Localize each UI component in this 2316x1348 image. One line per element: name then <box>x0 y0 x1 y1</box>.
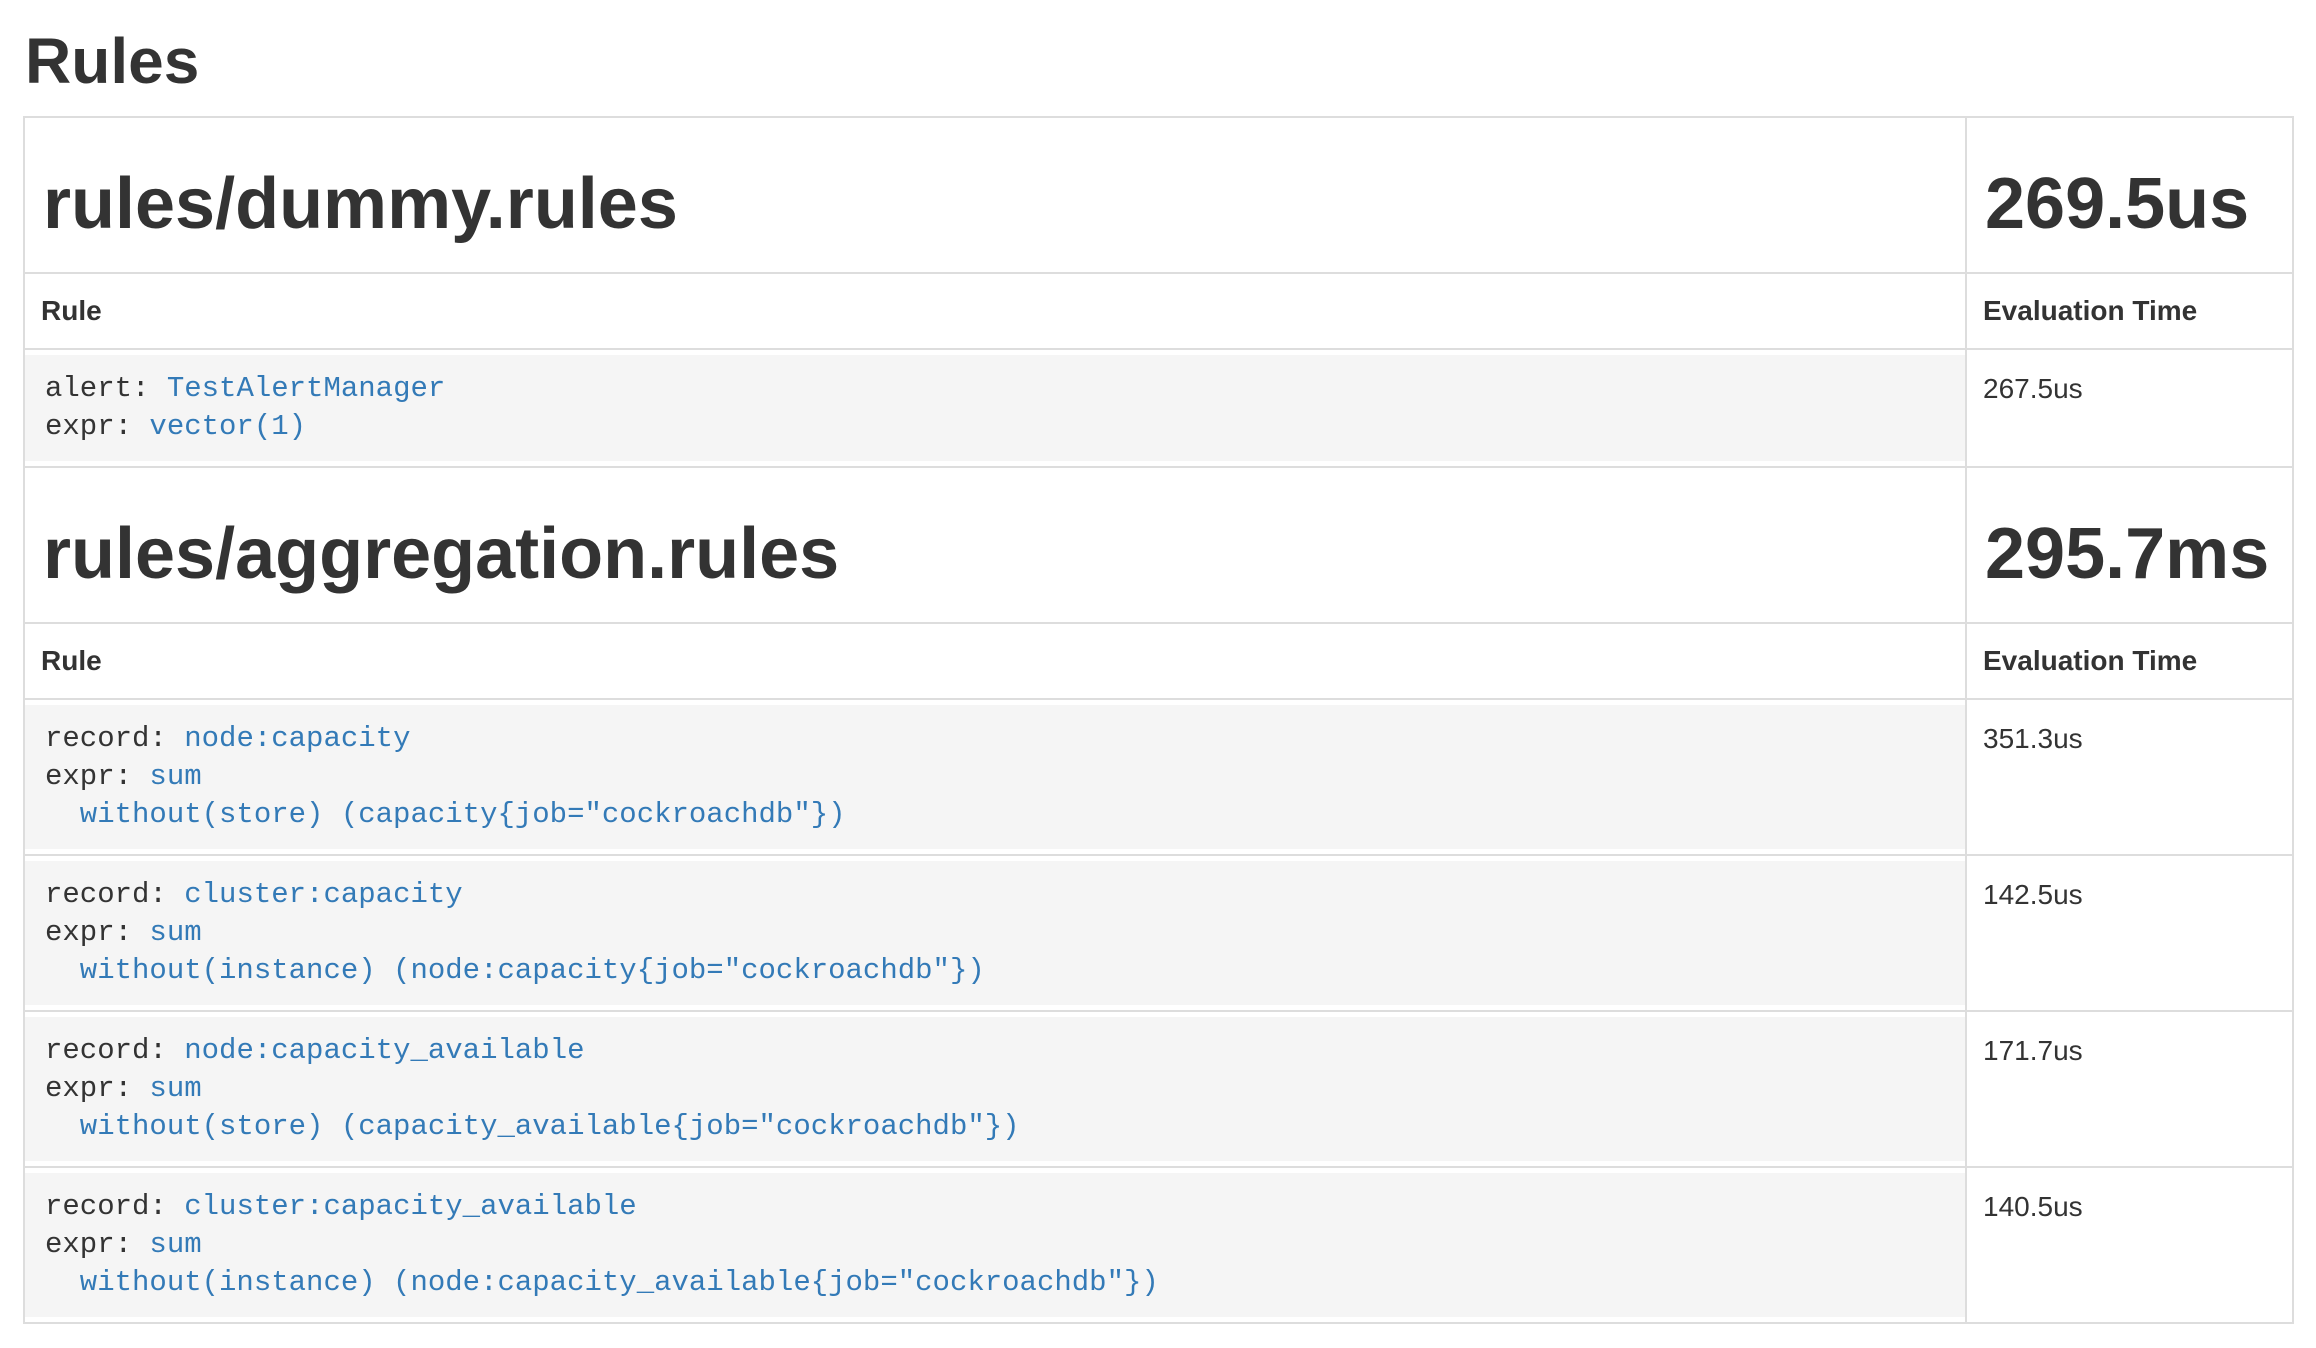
rule-code-block: record: cluster:capacity expr: sum witho… <box>25 861 1965 1005</box>
rule-row: alert: TestAlertManager expr: vector(1)2… <box>24 349 2293 467</box>
rule-code-value-link[interactable]: sum <box>149 1072 201 1105</box>
evaluation-time-column-header: Evaluation Time <box>1966 273 2293 349</box>
rule-cell: record: node:capacity expr: sum without(… <box>24 699 1966 855</box>
rule-evaluation-time: 140.5us <box>1966 1167 2293 1323</box>
rules-page: Rules rules/dummy.rules269.5usRuleEvalua… <box>23 26 2292 1324</box>
rules-table: rules/dummy.rules269.5usRuleEvaluation T… <box>23 116 2294 1324</box>
rule-group-evaluation-time: 295.7ms <box>1985 514 2276 594</box>
rule-code-value-link[interactable]: TestAlertManager <box>167 372 445 405</box>
rule-code-key: alert: <box>45 372 149 405</box>
rule-code-value-link[interactable]: node:capacity_available <box>184 1034 584 1067</box>
rule-row: record: cluster:capacity_available expr:… <box>24 1167 2293 1323</box>
rule-group-evaluation-time: 269.5us <box>1985 164 2276 244</box>
rule-group-file: rules/aggregation.rules <box>43 514 1949 594</box>
rule-evaluation-time: 142.5us <box>1966 855 2293 1011</box>
rule-code-value-link[interactable]: vector(1) <box>149 410 306 443</box>
rule-code-value-link[interactable]: without(store) (capacity{job="cockroachd… <box>45 798 846 831</box>
page-title: Rules <box>25 26 2292 96</box>
rule-code-block: record: node:capacity expr: sum without(… <box>25 705 1965 849</box>
rule-code-block: record: cluster:capacity_available expr:… <box>25 1173 1965 1317</box>
rule-evaluation-time: 171.7us <box>1966 1011 2293 1167</box>
rule-code-key: expr: <box>45 1072 132 1105</box>
rule-code-value-link[interactable]: cluster:capacity <box>184 878 462 911</box>
rule-row: record: node:capacity_available expr: su… <box>24 1011 2293 1167</box>
rule-group-file: rules/dummy.rules <box>43 164 1949 244</box>
rule-code-key: record: <box>45 1190 167 1223</box>
rule-cell: record: cluster:capacity_available expr:… <box>24 1167 1966 1323</box>
rule-group-time-cell: 295.7ms <box>1966 467 2293 623</box>
rule-row: record: cluster:capacity expr: sum witho… <box>24 855 2293 1011</box>
rule-code-key: expr: <box>45 760 132 793</box>
column-header-row: RuleEvaluation Time <box>24 623 2293 699</box>
rule-group-header-row: rules/dummy.rules 269.5us <box>24 117 2293 273</box>
rule-code-value-link[interactable]: without(store) (capacity_available{job="… <box>45 1110 1020 1143</box>
column-header-row: RuleEvaluation Time <box>24 273 2293 349</box>
rule-evaluation-time: 351.3us <box>1966 699 2293 855</box>
rule-group-header-row: rules/aggregation.rules 295.7ms <box>24 467 2293 623</box>
rule-code-block: record: node:capacity_available expr: su… <box>25 1017 1965 1161</box>
rule-code-key: record: <box>45 1034 167 1067</box>
rule-code-value-link[interactable]: sum <box>149 760 201 793</box>
rule-evaluation-time: 267.5us <box>1966 349 2293 467</box>
rule-cell: record: node:capacity_available expr: su… <box>24 1011 1966 1167</box>
rule-group-time-cell: 269.5us <box>1966 117 2293 273</box>
rule-code-value-link[interactable]: sum <box>149 916 201 949</box>
rule-code-key: expr: <box>45 1228 132 1261</box>
rule-cell: record: cluster:capacity expr: sum witho… <box>24 855 1966 1011</box>
rule-column-header: Rule <box>24 273 1966 349</box>
rule-code-key: record: <box>45 722 167 755</box>
rule-cell: alert: TestAlertManager expr: vector(1) <box>24 349 1966 467</box>
rule-column-header: Rule <box>24 623 1966 699</box>
rule-code-key: expr: <box>45 410 132 443</box>
rule-code-key: expr: <box>45 916 132 949</box>
rule-code-value-link[interactable]: node:capacity <box>184 722 410 755</box>
rule-code-key: record: <box>45 878 167 911</box>
rule-code-value-link[interactable]: sum <box>149 1228 201 1261</box>
rule-group-file-cell: rules/dummy.rules <box>24 117 1966 273</box>
rule-code-value-link[interactable]: without(instance) (node:capacity_availab… <box>45 1266 1159 1299</box>
rule-row: record: node:capacity expr: sum without(… <box>24 699 2293 855</box>
rules-table-body: rules/dummy.rules269.5usRuleEvaluation T… <box>24 117 2293 1323</box>
rule-code-value-link[interactable]: without(instance) (node:capacity{job="co… <box>45 954 985 987</box>
evaluation-time-column-header: Evaluation Time <box>1966 623 2293 699</box>
rule-group-file-cell: rules/aggregation.rules <box>24 467 1966 623</box>
rule-code-value-link[interactable]: cluster:capacity_available <box>184 1190 636 1223</box>
rule-code-block: alert: TestAlertManager expr: vector(1) <box>25 355 1965 461</box>
